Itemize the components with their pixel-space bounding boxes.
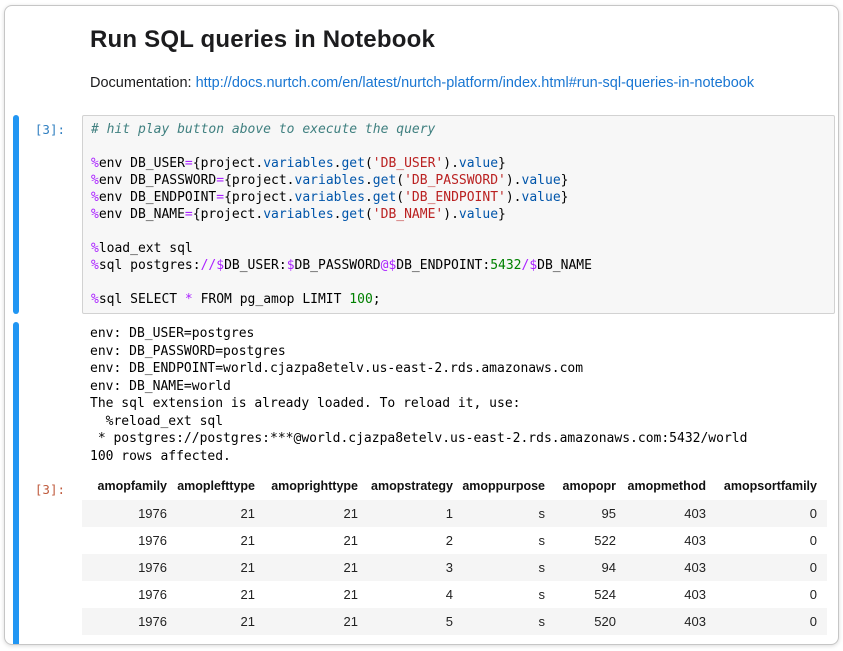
table-header-row: amopfamilyamoplefttypeamoprighttypeamops… <box>82 475 827 500</box>
code-line <box>91 138 826 155</box>
code-editor[interactable]: # hit play button above to execute the q… <box>82 115 835 314</box>
table-cell: s <box>453 500 545 527</box>
table-cell: 21 <box>255 554 358 581</box>
table-cell: 403 <box>616 581 706 608</box>
table-cell: 21 <box>167 608 255 635</box>
table-cell: 0 <box>706 635 827 645</box>
table-cell: 21 <box>167 500 255 527</box>
table-cell: 0 <box>706 527 827 554</box>
output-main: env: DB_USER=postgres env: DB_PASSWORD=p… <box>19 322 838 645</box>
code-cell: [3]: # hit play button above to execute … <box>5 115 838 314</box>
code-line: # hit play button above to execute the q… <box>91 121 826 138</box>
table-cell: 522 <box>545 527 616 554</box>
table-cell: s <box>453 608 545 635</box>
table-cell: 403 <box>616 527 706 554</box>
code-line: %env DB_ENDPOINT={project.variables.get(… <box>91 189 826 206</box>
table-cell: 21 <box>167 635 255 645</box>
table-cell: 520 <box>545 608 616 635</box>
notebook-window: Run SQL queries in Notebook Documentatio… <box>4 5 839 645</box>
table-cell: 21 <box>167 554 255 581</box>
table-cell: s <box>453 554 545 581</box>
stream-text: env: DB_USER=postgres env: DB_PASSWORD=p… <box>82 325 747 465</box>
code-line: %env DB_NAME={project.variables.get('DB_… <box>91 206 826 223</box>
table-cell: 1976 <box>82 635 167 645</box>
code-line: %env DB_PASSWORD={project.variables.get(… <box>91 172 826 189</box>
stream-prompt-spacer <box>19 322 82 473</box>
table-cell: 1976 <box>82 527 167 554</box>
code-line <box>91 274 826 291</box>
table-cell: 534 <box>545 635 616 645</box>
page-title: Run SQL queries in Notebook <box>90 26 818 54</box>
column-header: amopsortfamily <box>706 475 827 500</box>
table-cell: 1976 <box>82 581 167 608</box>
table-cell: 524 <box>545 581 616 608</box>
table-cell: 21 <box>255 581 358 608</box>
output-prompt: [3]: <box>19 473 82 645</box>
table-cell: 21 <box>255 608 358 635</box>
result-table: amopfamilyamoplefttypeamoprighttypeamops… <box>82 475 827 645</box>
table-cell: 3 <box>358 554 453 581</box>
documentation-line: Documentation:http://docs.nurtch.com/en/… <box>90 75 818 91</box>
table-cell: s <box>453 527 545 554</box>
column-header: amopmethod <box>616 475 706 500</box>
table-cell: 0 <box>706 554 827 581</box>
column-header: amopfamily <box>82 475 167 500</box>
table-row: 197621212s5224030 <box>82 527 827 554</box>
code-line: %sql postgres://$DB_USER:$DB_PASSWORD@$D… <box>91 257 826 274</box>
table-row: 197621213s944030 <box>82 554 827 581</box>
column-header: amoprighttype <box>255 475 358 500</box>
table-cell: s <box>453 581 545 608</box>
documentation-link[interactable]: http://docs.nurtch.com/en/latest/nurtch-… <box>196 75 755 91</box>
table-cell: 403 <box>616 554 706 581</box>
result-table-wrap: amopfamilyamoplefttypeamoprighttypeamops… <box>82 473 827 645</box>
stream-output-row: env: DB_USER=postgres env: DB_PASSWORD=p… <box>19 322 838 473</box>
table-cell: 21 <box>167 581 255 608</box>
column-header: amopopr <box>545 475 616 500</box>
column-header: amopstrategy <box>358 475 453 500</box>
table-cell: 1 <box>358 500 453 527</box>
table-row: 197621214s5244030 <box>82 581 827 608</box>
input-prompt: [3]: <box>19 115 82 314</box>
table-cell: 1976 <box>82 500 167 527</box>
table-cell: 403 <box>616 608 706 635</box>
table-cell: 23 <box>255 635 358 645</box>
table-cell: 94 <box>545 554 616 581</box>
code-content: # hit play button above to execute the q… <box>91 121 826 308</box>
result-row: [3]: amopfamilyamoplefttypeamoprighttype… <box>19 473 838 645</box>
table-row: 197621231s5344030 <box>82 635 827 645</box>
table-cell: 0 <box>706 581 827 608</box>
output-area: env: DB_USER=postgres env: DB_PASSWORD=p… <box>5 322 838 645</box>
documentation-label: Documentation: <box>90 75 192 91</box>
table-row: 197621211s954030 <box>82 500 827 527</box>
code-line: %load_ext sql <box>91 240 826 257</box>
table-cell: 5 <box>358 608 453 635</box>
column-header: amoplefttype <box>167 475 255 500</box>
table-cell: 2 <box>358 527 453 554</box>
table-cell: 0 <box>706 608 827 635</box>
table-cell: 403 <box>616 500 706 527</box>
table-row: 197621215s5204030 <box>82 608 827 635</box>
table-cell: 21 <box>255 500 358 527</box>
code-line <box>91 223 826 240</box>
stdout-stream: env: DB_USER=postgres env: DB_PASSWORD=p… <box>82 322 747 473</box>
table-cell: 95 <box>545 500 616 527</box>
code-line: %env DB_USER={project.variables.get('DB_… <box>91 155 826 172</box>
table-cell: 21 <box>167 527 255 554</box>
table-cell: 1 <box>358 635 453 645</box>
table-cell: 21 <box>255 527 358 554</box>
table-cell: 1976 <box>82 554 167 581</box>
table-cell: 4 <box>358 581 453 608</box>
notebook-header: Run SQL queries in Notebook Documentatio… <box>5 6 838 91</box>
code-line: %sql SELECT * FROM pg_amop LIMIT 100; <box>91 291 826 308</box>
table-cell: 403 <box>616 635 706 645</box>
table-cell: s <box>453 635 545 645</box>
table-cell: 1976 <box>82 608 167 635</box>
column-header: amoppurpose <box>453 475 545 500</box>
table-cell: 0 <box>706 500 827 527</box>
